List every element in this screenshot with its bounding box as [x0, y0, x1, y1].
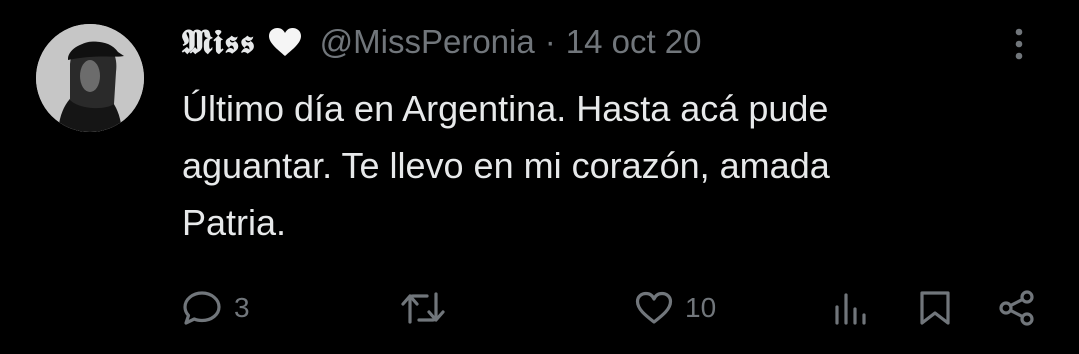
- tweet[interactable]: 𝕸𝖎𝖘𝖘 @MissPeronia · 14 oct 20 Último día…: [0, 0, 1079, 354]
- white-heart-icon: [268, 26, 304, 58]
- tweet-text-line: aguantar. Te llevo en mi corazón, amada: [182, 145, 830, 186]
- tweet-actions: 3 10: [0, 282, 1079, 334]
- retweet-button[interactable]: [400, 290, 458, 326]
- tweet-text-line: Patria.: [182, 202, 287, 243]
- bookmark-button[interactable]: [918, 290, 952, 326]
- retweet-icon: [401, 292, 445, 324]
- avatar[interactable]: [36, 24, 144, 132]
- analytics-bars-icon: [835, 293, 866, 325]
- bookmark-icon: [920, 291, 950, 325]
- views-button[interactable]: [834, 290, 868, 326]
- tweet-text-line: Último día en Argentina. Hasta acá pude: [182, 88, 829, 129]
- display-name[interactable]: 𝕸𝖎𝖘𝖘: [182, 22, 256, 62]
- heart-outline-icon: [635, 291, 673, 324]
- like-count: 10: [685, 292, 717, 323]
- user-handle[interactable]: @MissPeronia: [320, 23, 535, 61]
- share-icon: [999, 290, 1034, 326]
- reply-button[interactable]: 3: [182, 290, 250, 326]
- tweet-header: 𝕸𝖎𝖘𝖘 @MissPeronia · 14 oct 20: [182, 18, 702, 66]
- reply-count: 3: [234, 292, 250, 323]
- like-button[interactable]: 10: [635, 290, 716, 326]
- tweet-date[interactable]: 14 oct 20: [566, 23, 702, 61]
- reply-bubble-icon: [183, 291, 221, 325]
- tweet-text: Último día en Argentina. Hasta acá pude …: [182, 80, 1042, 251]
- share-button[interactable]: [998, 290, 1036, 326]
- separator-dot: ·: [544, 23, 556, 60]
- more-vertical-icon[interactable]: [1006, 24, 1032, 64]
- avatar-image: [36, 24, 144, 132]
